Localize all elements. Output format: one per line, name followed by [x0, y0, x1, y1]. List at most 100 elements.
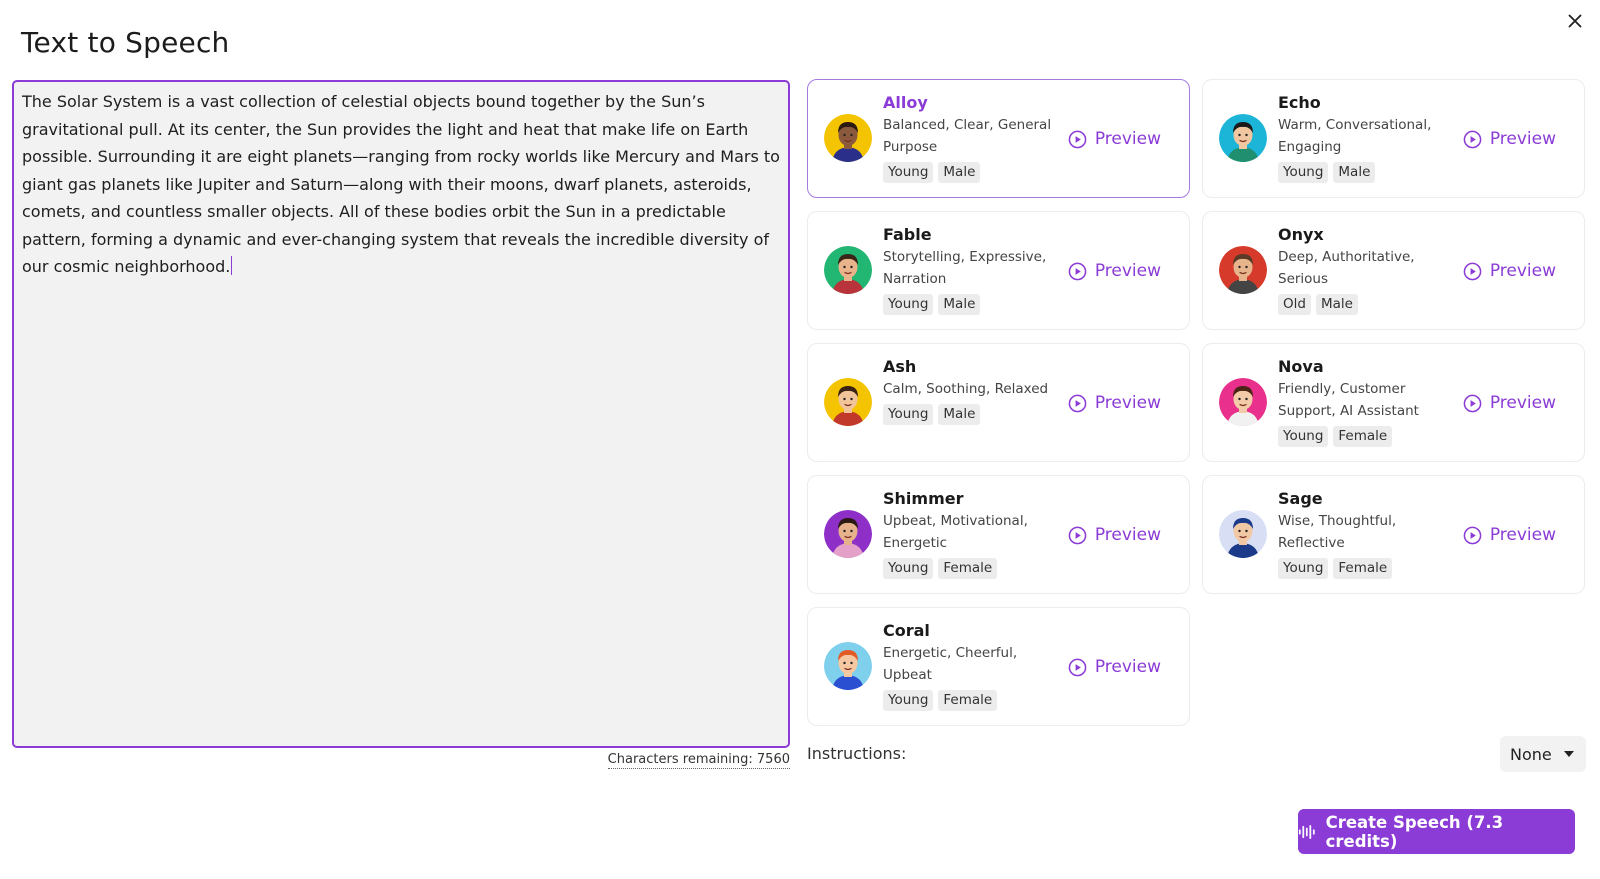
voice-name: Alloy [883, 93, 928, 112]
dialog-title: Text to Speech [21, 26, 230, 59]
voice-tag: Male [1315, 294, 1358, 315]
voice-description: Storytelling, Expressive, Narration [883, 249, 1047, 287]
avatar [824, 246, 872, 294]
play-circle-icon [1463, 526, 1482, 544]
voice-info: Shimmer Upbeat, Motivational, Energetic Yo… [883, 489, 1063, 579]
voice-tag: Male [938, 162, 981, 183]
voice-tag: Young [883, 294, 934, 315]
voice-description: Deep, Authoritative, Serious [1278, 249, 1415, 287]
voice-info: Alloy Balanced, Clear, General Purpose You… [883, 93, 1063, 183]
voice-tag: Female [938, 558, 998, 579]
voice-name: Coral [883, 621, 930, 640]
avatar [1219, 246, 1267, 294]
text-input[interactable]: The Solar System is a vast collection of… [12, 80, 790, 748]
voice-card-ash[interactable]: Ash Calm, Soothing, Relaxed Young Male Previ… [807, 343, 1190, 462]
voice-tag: Young [883, 690, 934, 711]
preview-button[interactable]: Preview [1463, 393, 1556, 413]
preview-label: Preview [1094, 525, 1161, 545]
avatar [824, 378, 872, 426]
voice-card-echo[interactable]: Echo Warm, Conversational, Engaging Young M… [1202, 79, 1585, 198]
voice-tags: Young Male [883, 294, 1063, 315]
voice-info: Onyx Deep, Authoritative, Serious Old Male [1278, 225, 1458, 315]
voice-card-sage[interactable]: Sage Wise, Thoughtful, Reflective Young Fem… [1202, 475, 1585, 594]
text-input-content: The Solar System is a vast collection of… [22, 92, 780, 276]
voice-tags: Young Male [883, 404, 1063, 425]
create-speech-button[interactable]: Create Speech (7.3 credits) [1298, 809, 1575, 854]
avatar [1219, 510, 1267, 558]
voice-card-nova[interactable]: Nova Friendly, Customer Support, AI Assis… [1202, 343, 1585, 462]
preview-label: Preview [1489, 129, 1556, 149]
voice-tag: Male [1333, 162, 1376, 183]
voice-info: Sage Wise, Thoughtful, Reflective Young Fem… [1278, 489, 1458, 579]
waveform-icon [1298, 824, 1315, 839]
voice-tags: Young Female [883, 558, 1063, 579]
voice-card-onyx[interactable]: Onyx Deep, Authoritative, Serious Old Male P… [1202, 211, 1585, 330]
preview-button[interactable]: Preview [1463, 525, 1556, 545]
characters-remaining: Characters remaining: 7560 [607, 752, 790, 769]
preview-label: Preview [1094, 657, 1161, 677]
preview-button[interactable]: Preview [1068, 129, 1161, 149]
avatar [824, 510, 872, 558]
voice-list: Alloy Balanced, Clear, General Purpose You… [807, 79, 1585, 726]
voice-info: Echo Warm, Conversational, Engaging Young M… [1278, 93, 1458, 183]
preview-label: Preview [1094, 129, 1161, 149]
avatar [824, 642, 872, 690]
voice-info: Coral Energetic, Cheerful, Upbeat Young Fem… [883, 621, 1063, 711]
voice-card-alloy[interactable]: Alloy Balanced, Clear, General Purpose You… [807, 79, 1190, 198]
voice-tag: Female [1333, 426, 1393, 447]
voice-tags: Old Male [1278, 294, 1458, 315]
close-button[interactable] [1564, 10, 1586, 32]
voice-card-fable[interactable]: Fable Storytelling, Expressive, Narration… [807, 211, 1190, 330]
voice-description: Upbeat, Motivational, Energetic [883, 513, 1028, 551]
play-circle-icon [1068, 394, 1087, 412]
play-circle-icon [1463, 130, 1482, 148]
preview-button[interactable]: Preview [1068, 657, 1161, 677]
voice-name: Shimmer [883, 489, 964, 508]
voice-description: Wise, Thoughtful, Reflective [1278, 513, 1397, 551]
preview-label: Preview [1094, 261, 1161, 281]
voice-tags: Young Female [1278, 558, 1458, 579]
preview-label: Preview [1489, 525, 1556, 545]
voice-card-shimmer[interactable]: Shimmer Upbeat, Motivational, Energetic Yo… [807, 475, 1190, 594]
voice-tag: Old [1278, 294, 1311, 315]
caret-down-icon [1564, 751, 1574, 757]
voice-tag: Young [883, 558, 934, 579]
voice-tags: Young Male [883, 162, 1063, 183]
preview-button[interactable]: Preview [1463, 129, 1556, 149]
voice-tag: Young [1278, 426, 1329, 447]
voice-info: Fable Storytelling, Expressive, Narration… [883, 225, 1063, 315]
preview-button[interactable]: Preview [1068, 261, 1161, 281]
preview-label: Preview [1489, 393, 1556, 413]
play-circle-icon [1068, 130, 1087, 148]
voice-description: Energetic, Cheerful, Upbeat [883, 645, 1018, 683]
voice-name: Onyx [1278, 225, 1324, 244]
create-speech-label: Create Speech (7.3 credits) [1325, 812, 1504, 851]
preview-button[interactable]: Preview [1068, 525, 1161, 545]
voice-tag: Male [938, 404, 981, 425]
preview-label: Preview [1094, 393, 1161, 413]
instructions-label: Instructions: [807, 744, 907, 763]
voice-tag: Female [938, 690, 998, 711]
play-circle-icon [1068, 526, 1087, 544]
voice-tags: Young Female [1278, 426, 1458, 447]
voice-tag: Male [938, 294, 981, 315]
voice-description: Balanced, Clear, General Purpose [883, 117, 1052, 155]
preview-label: Preview [1489, 261, 1556, 281]
voice-tags: Young Female [883, 690, 1063, 711]
voice-name: Nova [1278, 357, 1324, 376]
voice-name: Echo [1278, 93, 1321, 112]
voice-description: Warm, Conversational, Engaging [1278, 117, 1432, 155]
preview-button[interactable]: Preview [1463, 261, 1556, 281]
voice-description: Friendly, Customer Support, AI Assistant [1278, 381, 1419, 419]
avatar [1219, 378, 1267, 426]
voice-description: Calm, Soothing, Relaxed [883, 381, 1049, 397]
play-circle-icon [1463, 262, 1482, 280]
preview-button[interactable]: Preview [1068, 393, 1161, 413]
voice-tag: Young [883, 404, 934, 425]
instructions-select[interactable]: None [1500, 736, 1586, 772]
voice-name: Ash [883, 357, 917, 376]
voice-name: Fable [883, 225, 932, 244]
voice-card-coral[interactable]: Coral Energetic, Cheerful, Upbeat Young Fem… [807, 607, 1190, 726]
close-icon [1568, 14, 1582, 28]
voice-info: Nova Friendly, Customer Support, AI Assis… [1278, 357, 1458, 447]
